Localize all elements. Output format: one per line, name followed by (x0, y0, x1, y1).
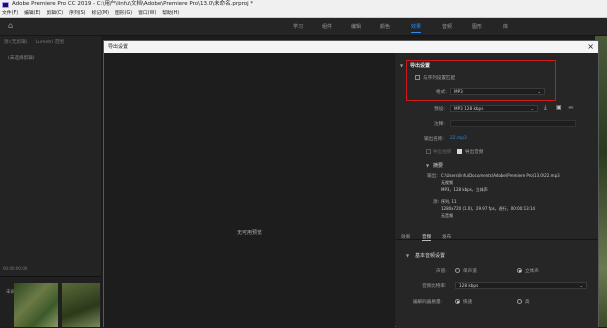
menu-graphics[interactable]: 图形(G) (115, 9, 132, 17)
summary-output-video: 无视频 (441, 180, 453, 185)
menu-edit[interactable]: 编辑(E) (24, 9, 40, 17)
window-title: Adobe Premiere Pro CC 2019 - C:\用户\linfu… (12, 1, 254, 7)
match-sequence-checkbox[interactable] (415, 75, 420, 80)
preset-value: MP3 128 kbps (454, 106, 484, 111)
export-audio-label: 导出音频 (465, 150, 484, 155)
quality-high-radio[interactable] (517, 299, 522, 304)
audio-bitrate-dropdown[interactable]: 128 kbps ⌄ (455, 282, 587, 289)
project-clip-thumbnail[interactable] (14, 283, 58, 327)
home-icon[interactable]: ⌂ (8, 22, 16, 30)
menu-bar: 文件(F) 编辑(E) 剪辑(C) 序列(S) 标记(M) 图形(G) 窗口(W… (0, 9, 607, 18)
no-clip-label: (未选择剪辑) (8, 56, 35, 61)
chevron-down-icon: ⌄ (579, 283, 583, 288)
export-settings-panel: ▼ 导出设置 与序列设置匹配 格式: MP3 ⌄ 预设: MP3 128 kbp… (396, 53, 598, 328)
import-preset-icon[interactable]: ▣ (556, 105, 562, 111)
save-preset-icon[interactable]: ⤓ (544, 105, 547, 111)
mono-radio[interactable] (455, 268, 460, 273)
tab-audio[interactable]: 音频 (422, 234, 432, 241)
audio-bitrate-label: 音频比特率: (422, 284, 447, 289)
audio-bitrate-value: 128 kbps (459, 283, 479, 288)
basic-audio-settings-header: 基本音频设置 (415, 253, 446, 259)
tab-lumetri-scopes[interactable]: Lumetri 范围 (36, 39, 64, 45)
export-audio-checkbox[interactable] (457, 149, 462, 154)
collapse-triangle-icon[interactable]: ▼ (406, 253, 409, 258)
channels-label: 声道: (436, 269, 447, 274)
no-preview-text: 无可用预览 (236, 230, 262, 236)
dialog-title: 导出设置 (108, 44, 129, 50)
summary-source-seq: 序列, 11 (441, 199, 457, 204)
workspace-tab-graphics[interactable]: 图形 (472, 23, 482, 30)
workspace-tab-color[interactable]: 颜色 (380, 23, 390, 30)
comment-label: 注释: (434, 122, 445, 127)
summary-source-audio: 无音频 (441, 213, 453, 218)
title-bar: Adobe Premiere Pro CC 2019 - C:\用户\linfu… (0, 0, 607, 9)
tab-source[interactable]: 源:(无剪辑) (4, 39, 28, 45)
chevron-down-icon: ⌄ (537, 89, 541, 94)
summary-output-audio: MP3，128 kbps，立体声 (441, 187, 488, 192)
project-clip-thumbnail[interactable] (62, 283, 100, 327)
source-timecode: 00:00:00:00 (3, 266, 28, 271)
chevron-down-icon: ⌄ (530, 106, 534, 111)
workspace-tab-editing[interactable]: 编辑 (351, 23, 361, 30)
workspace-tab-effects[interactable]: 效果 (411, 23, 422, 33)
collapse-triangle-icon[interactable]: ▼ (400, 63, 403, 68)
collapse-triangle-icon[interactable]: ▼ (426, 163, 429, 168)
summary-header: 摘要 (433, 163, 444, 169)
workspace-tab-libraries[interactable]: 库 (503, 23, 508, 30)
dialog-title-bar: 导出设置 × (104, 41, 598, 53)
output-name-label: 输出名称: (424, 137, 444, 142)
format-value: MP3 (454, 89, 463, 94)
summary-output-path: C:\Users\linfu\Documents\Adobe\Premiere … (441, 173, 560, 178)
summary-source-label: 源: (433, 200, 440, 205)
menu-clip[interactable]: 剪辑(C) (46, 9, 63, 17)
export-video-checkbox[interactable] (426, 149, 431, 154)
quality-fast-label: 快速 (463, 300, 473, 305)
export-settings-header: 导出设置 (410, 63, 431, 69)
menu-sequence[interactable]: 序列(S) (69, 9, 85, 17)
format-label: 格式: (436, 90, 447, 95)
stereo-label: 立体声 (525, 269, 539, 274)
workspace-tab-learn[interactable]: 学习 (293, 23, 303, 30)
export-video-label: 导出视频 (433, 150, 452, 155)
source-panel-tabs: 源:(无剪辑) Lumetri 范围 (4, 39, 64, 45)
stereo-radio[interactable] (517, 268, 522, 273)
premiere-app-icon (2, 1, 9, 8)
quality-high-label: 高 (525, 300, 530, 305)
delete-preset-icon[interactable]: ▬ (568, 105, 574, 111)
workspace-tab-audio[interactable]: 音频 (442, 23, 452, 30)
match-sequence-label: 与序列设置匹配 (423, 76, 456, 81)
summary-output-label: 输出: (427, 174, 438, 179)
menu-marker[interactable]: 标记(M) (92, 9, 109, 17)
quality-fast-radio[interactable] (455, 299, 460, 304)
menu-window[interactable]: 窗口(W) (138, 9, 156, 17)
format-dropdown[interactable]: MP3 ⌄ (450, 88, 545, 95)
mono-label: 单声道 (463, 269, 477, 274)
menu-help[interactable]: 帮助(H) (162, 9, 179, 17)
menu-file[interactable]: 文件(F) (2, 9, 18, 17)
output-name-link[interactable]: 22.mp3 (450, 136, 467, 141)
export-settings-dialog: 导出设置 × 无可用预览 ▼ 导出设置 与序列设置匹配 格式: MP3 ⌄ 预设… (103, 40, 599, 328)
close-icon[interactable]: × (587, 41, 594, 53)
summary-source-video: 1280x720 (1.0)，29.97 fps，逐行，00:00:13:14 (441, 206, 536, 211)
workspace-bar: ⌂ 学习 组件 编辑 颜色 效果 音频 图形 库 (0, 18, 607, 36)
tab-publish[interactable]: 发布 (442, 234, 451, 240)
export-preview: 无可用预览 (104, 53, 395, 328)
tab-effects[interactable]: 效果 (401, 234, 410, 240)
preset-label: 预设: (434, 107, 445, 112)
encoder-quality-label: 编解码器质量: (413, 300, 443, 305)
workspace-tab-assembly[interactable]: 组件 (322, 23, 332, 30)
comment-input[interactable] (450, 120, 576, 127)
preset-dropdown[interactable]: MP3 128 kbps ⌄ (450, 105, 538, 112)
